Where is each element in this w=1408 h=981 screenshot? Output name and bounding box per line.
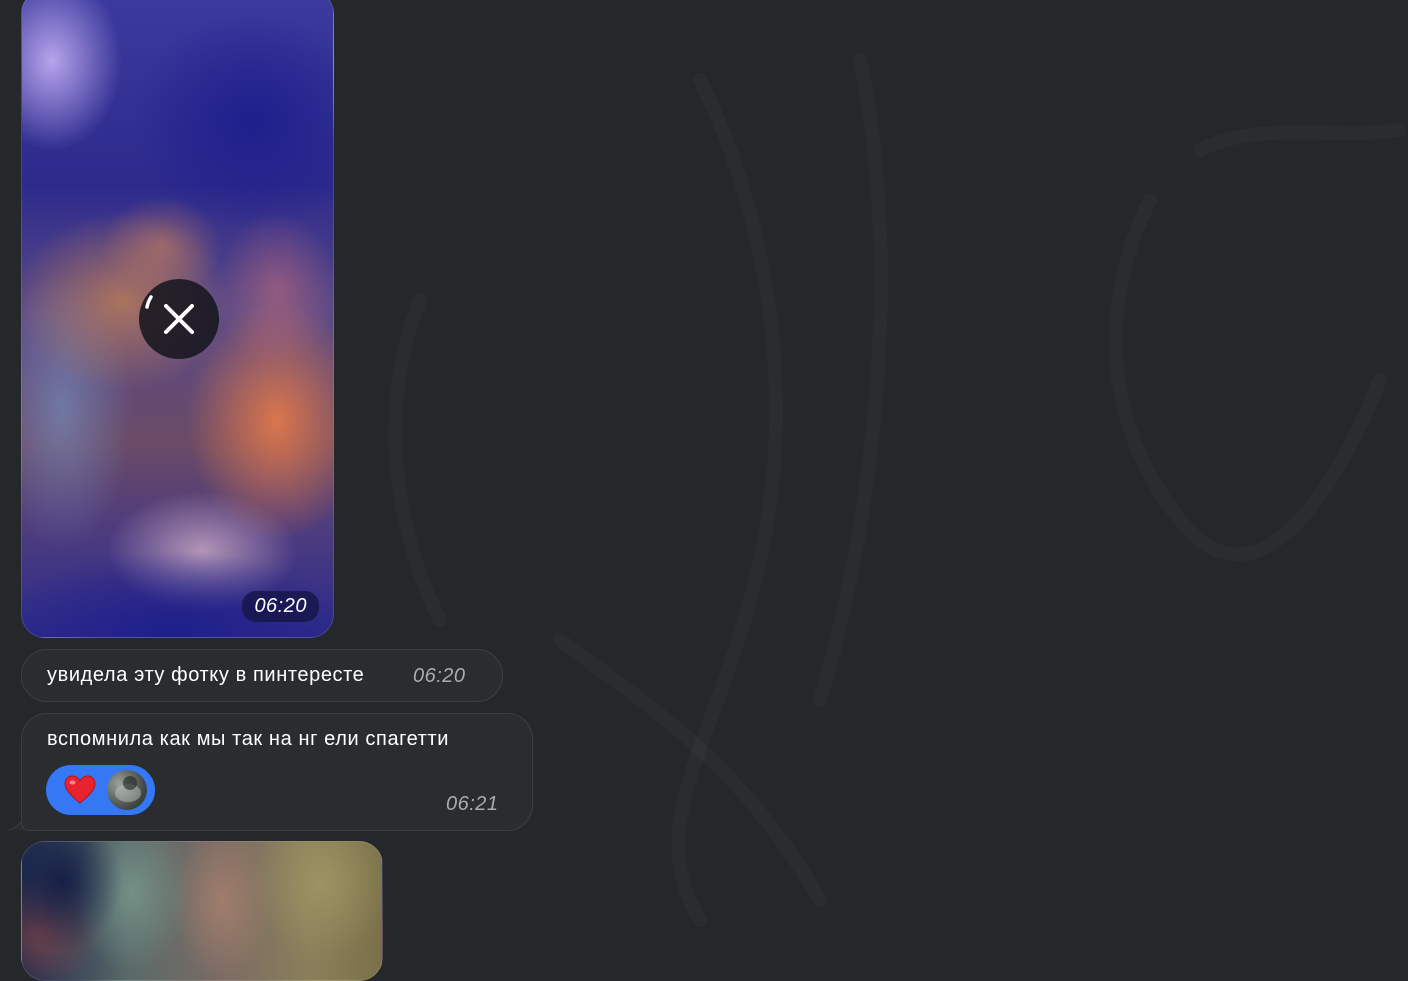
avatar bbox=[107, 770, 147, 810]
message-text: увидела эту фотку в пинтересте bbox=[47, 664, 365, 686]
message-time: 06:20 bbox=[242, 591, 319, 622]
photo-message[interactable] bbox=[21, 841, 383, 981]
message-time: 06:20 bbox=[413, 665, 466, 687]
photo-message[interactable]: 06:20 bbox=[21, 0, 334, 638]
message-text: вспомнила как мы так на нг ели спагетти bbox=[47, 728, 449, 750]
message-time: 06:21 bbox=[446, 793, 499, 815]
text-message[interactable]: увидела эту фотку в пинтересте 06:20 bbox=[21, 649, 503, 702]
reaction-badge[interactable] bbox=[46, 765, 155, 815]
text-message[interactable]: вспомнила как мы так на нг ели спагетти … bbox=[21, 713, 533, 831]
heart-icon bbox=[64, 775, 96, 805]
cancel-download-button[interactable] bbox=[139, 279, 219, 359]
cancel-download-icon bbox=[145, 295, 194, 334]
